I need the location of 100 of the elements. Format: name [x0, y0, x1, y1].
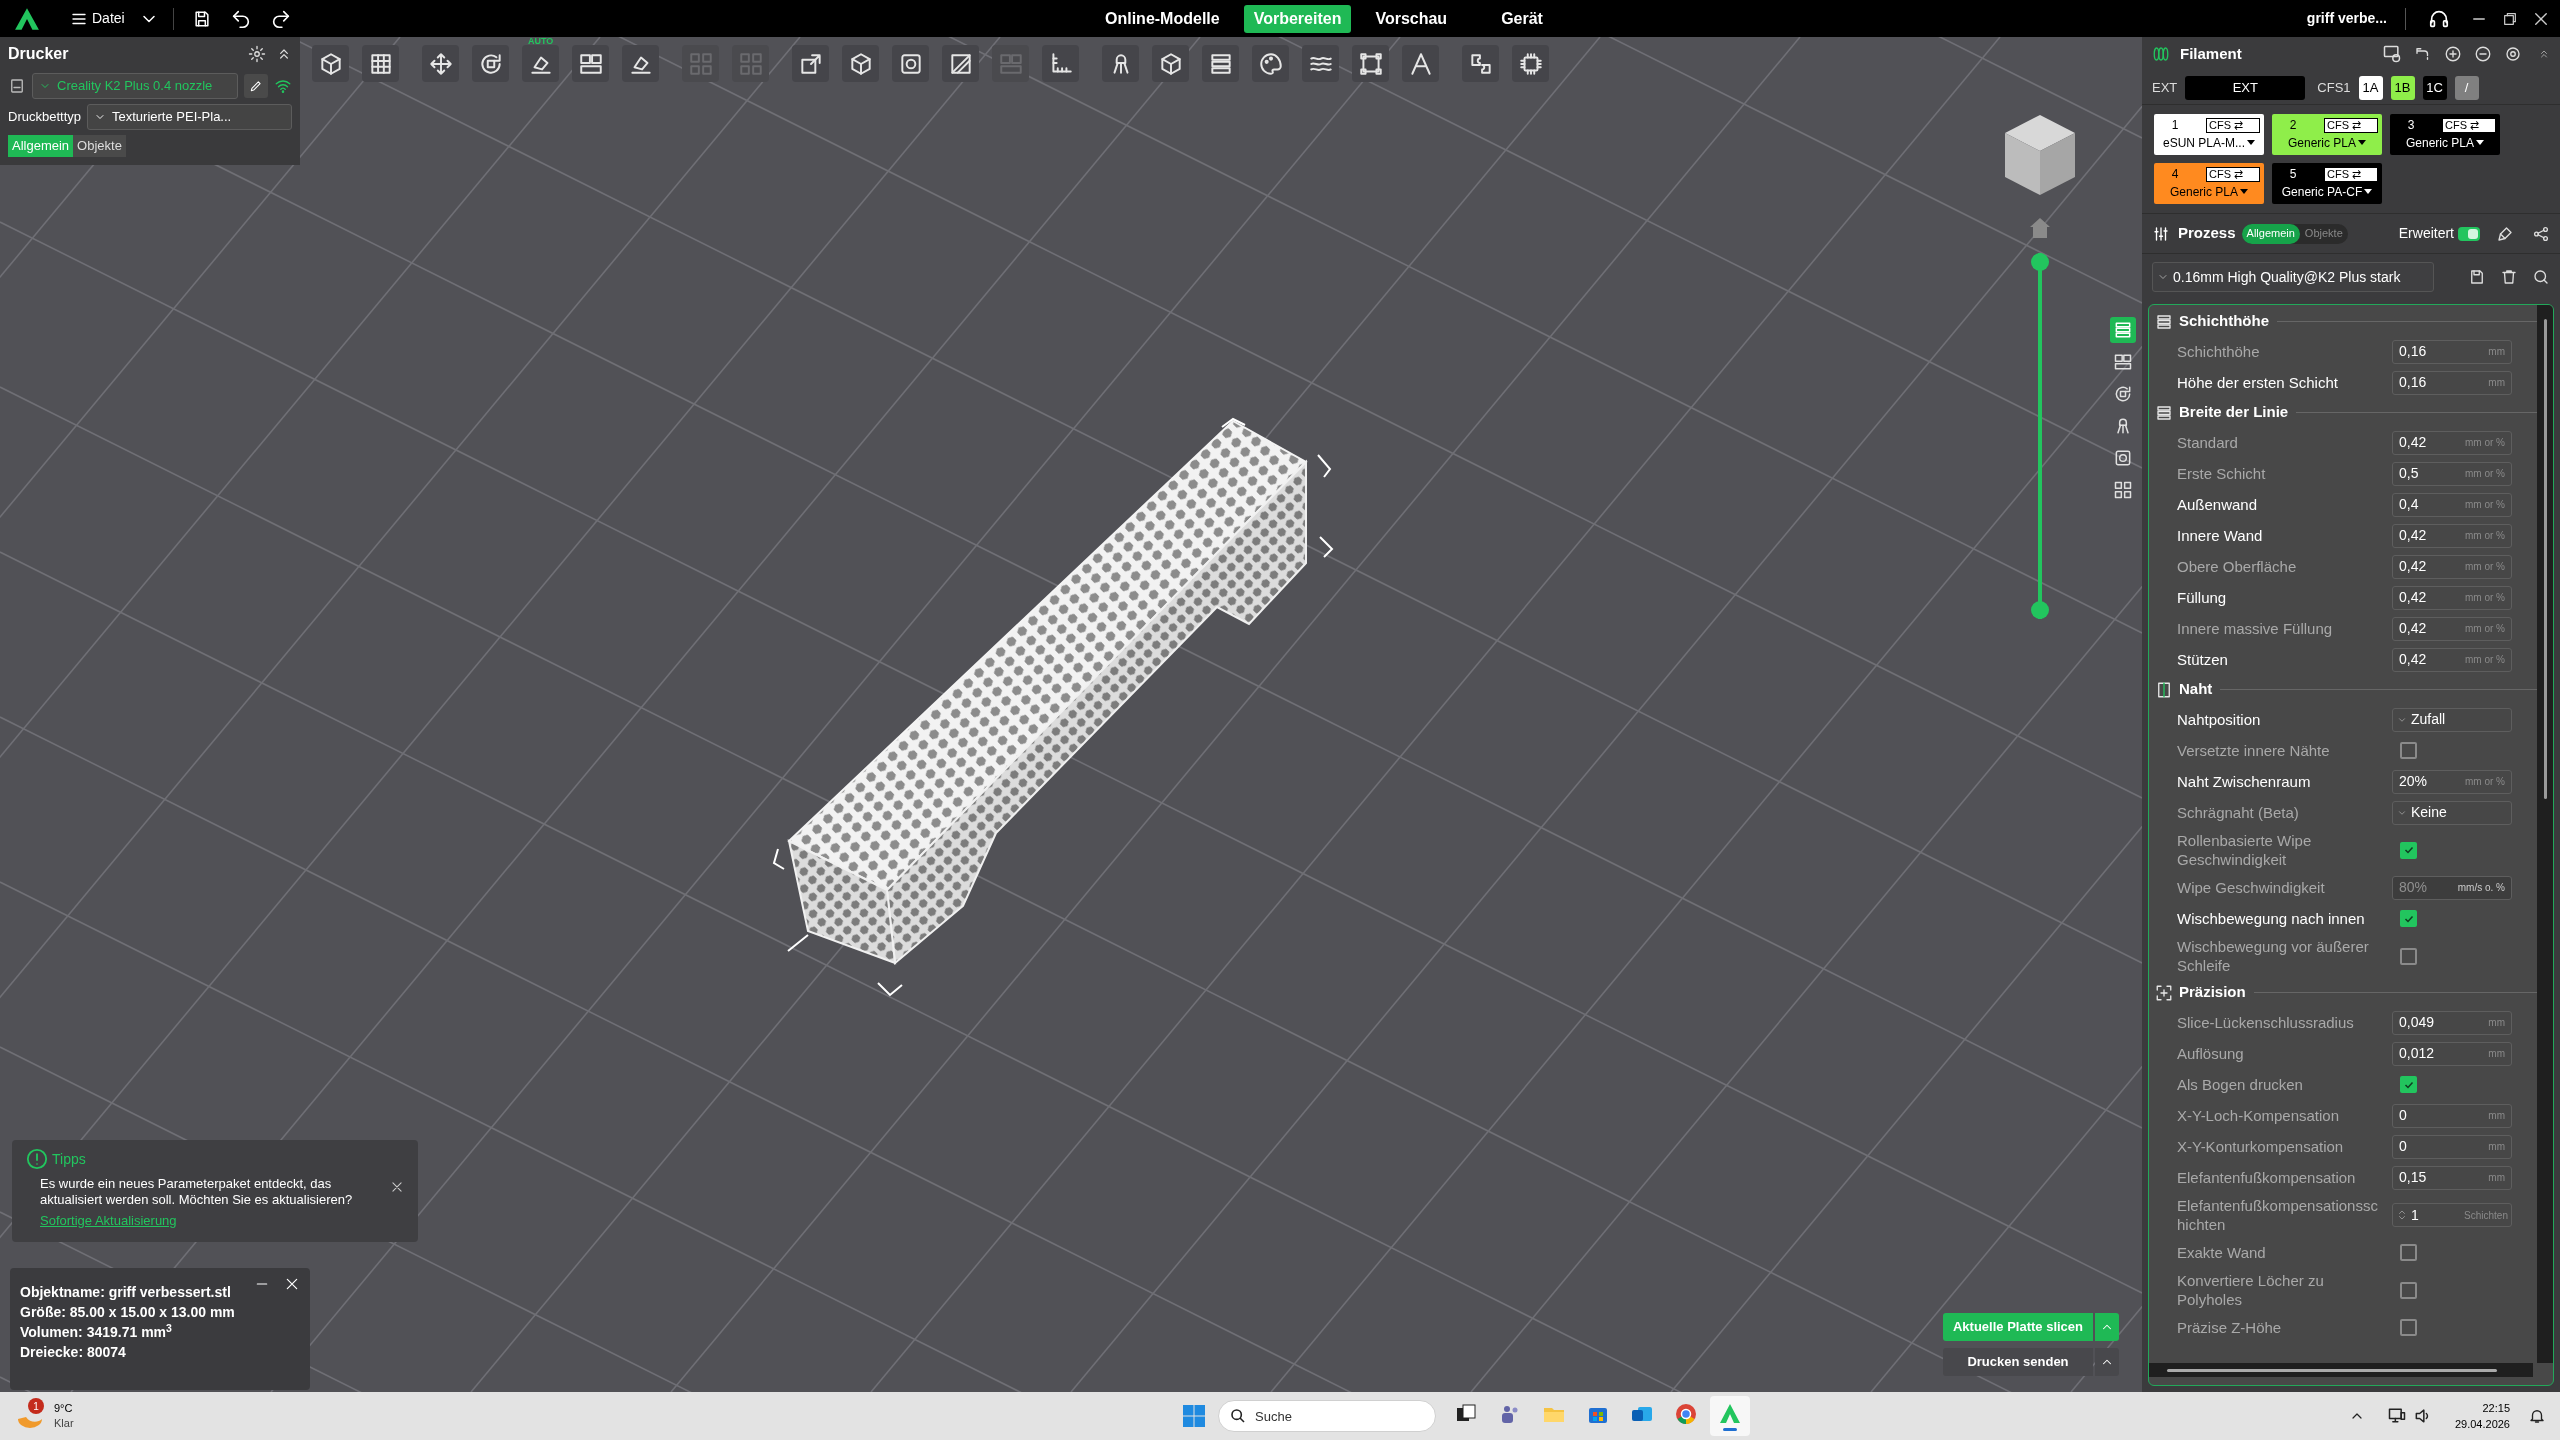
toolbar-button[interactable]	[1402, 45, 1439, 82]
number-field[interactable]: 20% mm or %	[2392, 769, 2512, 794]
number-field[interactable]: 0,012 mm	[2392, 1041, 2512, 1066]
checkbox[interactable]	[2400, 1319, 2417, 1336]
panel-tab[interactable]: Objekte	[73, 135, 126, 157]
update-link[interactable]: Sofortige Aktualisierung	[40, 1213, 177, 1228]
filament-card[interactable]: 3 CFS ⇄ Generic PLA	[2390, 114, 2500, 155]
checkbox[interactable]	[2400, 841, 2417, 859]
number-field[interactable]: 0 mm	[2392, 1134, 2512, 1159]
number-field[interactable]: 0,42 mm or %	[2392, 616, 2512, 641]
filament-dropdown[interactable]: Generic PLA	[2158, 183, 2260, 201]
dropdown[interactable]: Keine	[2392, 800, 2512, 825]
slot-button[interactable]: /	[2454, 75, 2479, 100]
checkbox[interactable]	[2400, 947, 2417, 965]
slot-button[interactable]: 1A	[2358, 75, 2383, 100]
nav-tab[interactable]: Online-Modelle	[1095, 4, 1230, 33]
side-tool-button[interactable]	[2110, 317, 2136, 343]
trash-icon[interactable]	[2500, 268, 2518, 286]
maximize-icon[interactable]	[2502, 10, 2518, 27]
collapse-icon[interactable]	[2538, 48, 2550, 60]
toolbar-button[interactable]	[1102, 45, 1139, 82]
bed-type-dropdown[interactable]: Texturierte PEI-Pla...	[87, 104, 292, 130]
number-field[interactable]: 0,42 mm or %	[2392, 647, 2512, 672]
ext-button[interactable]: EXT	[2185, 75, 2306, 100]
toolbar-button[interactable]	[312, 45, 349, 82]
filament-dropdown[interactable]: Generic PLA	[2394, 134, 2496, 152]
dropdown[interactable]: Zufall	[2392, 707, 2512, 732]
toolbar-button[interactable]	[1252, 45, 1289, 82]
search-icon[interactable]	[2532, 268, 2550, 286]
filament-card[interactable]: 5 CFS ⇄ Generic PA-CF	[2272, 163, 2382, 204]
minus-circle-icon[interactable]	[2474, 45, 2492, 63]
toolbar-button[interactable]	[942, 45, 979, 82]
filament-card[interactable]: 1 CFS ⇄ eSUN PLA-M...	[2154, 114, 2264, 155]
number-field[interactable]: 0,16 mm	[2392, 339, 2512, 364]
number-field[interactable]: 0,42 mm or %	[2392, 554, 2512, 579]
file-menu[interactable]: Datei	[70, 8, 125, 29]
share-icon[interactable]	[2532, 224, 2550, 243]
slot-button[interactable]: 1C	[2422, 75, 2447, 100]
toolbar-button[interactable]	[1352, 45, 1389, 82]
plus-circle-icon[interactable]	[2444, 45, 2462, 63]
slider-thumb[interactable]	[2031, 601, 2049, 619]
cfs-tag[interactable]: CFS ⇄	[2206, 117, 2260, 133]
printer-dropdown[interactable]: Creality K2 Plus 0.4 nozzle	[32, 73, 238, 99]
bell-icon[interactable]	[2528, 1407, 2546, 1425]
toolbar-button[interactable]	[1462, 45, 1499, 82]
number-field[interactable]: 0,5 mm or %	[2392, 461, 2512, 486]
checkbox[interactable]	[2400, 1244, 2417, 1261]
checkbox[interactable]	[2400, 1281, 2417, 1299]
send-print-button[interactable]: Drucken senden	[1943, 1348, 2093, 1376]
toolbar-button[interactable]	[892, 45, 929, 82]
process-tab[interactable]: Objekte	[2299, 223, 2348, 244]
toolbar-button[interactable]	[1302, 45, 1339, 82]
scrollbar[interactable]	[2149, 1363, 2533, 1377]
cfs-tag[interactable]: CFS ⇄	[2206, 166, 2260, 182]
number-field[interactable]: 0,4 mm or %	[2392, 492, 2512, 517]
network-icon[interactable]	[2386, 1406, 2407, 1426]
search-field[interactable]: Suche	[1218, 1400, 1436, 1432]
checkbox[interactable]	[2400, 910, 2417, 927]
filament-dropdown[interactable]: Generic PA-CF	[2276, 183, 2378, 201]
toolbar-button[interactable]	[622, 45, 659, 82]
filament-dropdown[interactable]: eSUN PLA-M...	[2158, 134, 2260, 152]
toolbar-button[interactable]	[842, 45, 879, 82]
nav-tab[interactable]: Vorschau	[1365, 4, 1458, 33]
scrollbar[interactable]	[2537, 305, 2553, 1363]
toolbar-button[interactable]	[472, 45, 509, 82]
nav-tab[interactable]: Gerät	[1491, 4, 1553, 33]
toolbar-button[interactable]	[1152, 45, 1189, 82]
edit-button[interactable]	[244, 74, 268, 98]
spinner-field[interactable]: 1 Schichten	[2392, 1203, 2512, 1227]
close-icon[interactable]	[390, 1180, 404, 1194]
toolbar-button[interactable]	[422, 45, 459, 82]
view-cube-drawing[interactable]	[2005, 115, 2075, 195]
cfs-tag[interactable]: CFS ⇄	[2324, 166, 2378, 182]
model-drawing[interactable]	[772, 417, 1334, 997]
filament-card[interactable]: 2 CFS ⇄ Generic PLA	[2272, 114, 2382, 155]
cfs-tag[interactable]: CFS ⇄	[2324, 117, 2378, 133]
checkbox[interactable]	[2400, 742, 2417, 759]
toolbar-button[interactable]	[1202, 45, 1239, 82]
toolbar-button[interactable]	[1042, 45, 1079, 82]
filament-card[interactable]: 4 CFS ⇄ Generic PLA	[2154, 163, 2264, 204]
number-field[interactable]: 0,15 mm	[2392, 1165, 2512, 1190]
close-icon[interactable]	[284, 1276, 300, 1292]
number-field[interactable]: 0 mm	[2392, 1103, 2512, 1128]
toolbar-button[interactable]	[362, 45, 399, 82]
toolbar-button[interactable]	[572, 45, 609, 82]
toolbar-button[interactable]	[792, 45, 829, 82]
cfs-tag[interactable]: CFS ⇄	[2442, 117, 2496, 133]
advanced-toggle[interactable]	[2458, 226, 2480, 241]
number-field[interactable]: 0,16 mm	[2392, 370, 2512, 395]
number-field[interactable]: 0,42 mm or %	[2392, 430, 2512, 455]
slot-button[interactable]: 1B	[2390, 75, 2415, 100]
toolbar-button[interactable]	[1512, 45, 1549, 82]
filament-dropdown[interactable]: Generic PLA	[2276, 134, 2378, 152]
wifi-icon[interactable]	[274, 77, 292, 95]
save-icon[interactable]	[2468, 268, 2486, 286]
checkbox[interactable]	[2400, 1076, 2417, 1093]
number-field[interactable]: 0,42 mm or %	[2392, 523, 2512, 548]
preset-dropdown[interactable]: 0.16mm High Quality@K2 Plus stark	[2152, 262, 2434, 292]
number-field[interactable]: 0,049 mm	[2392, 1010, 2512, 1035]
number-field[interactable]: 0,42 mm or %	[2392, 585, 2512, 610]
